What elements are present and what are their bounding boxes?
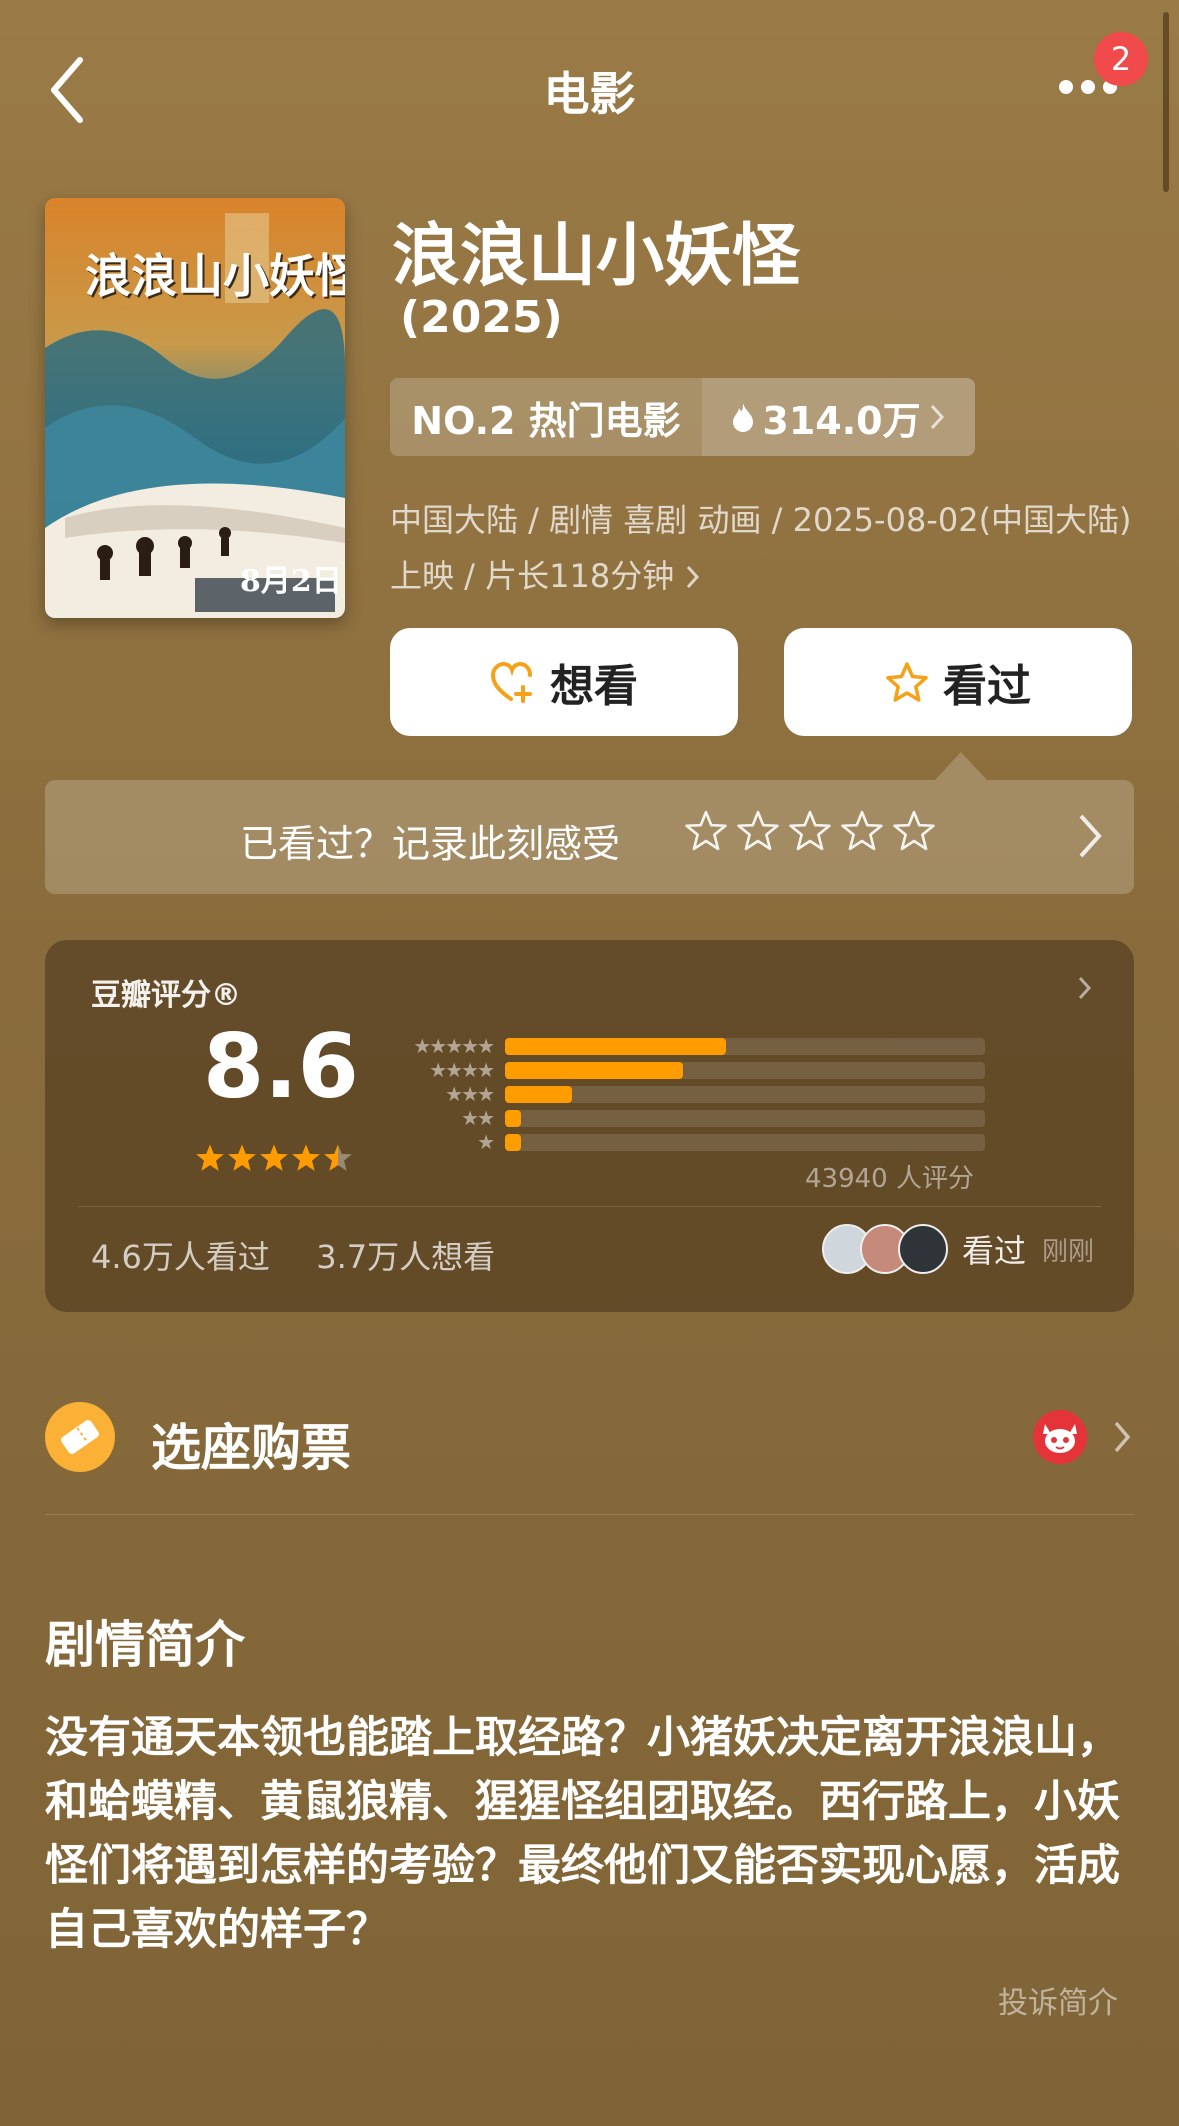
- score-star: [292, 1144, 320, 1171]
- wishlist-count: 3.7万人想看: [316, 1238, 496, 1276]
- score-star: [324, 1144, 352, 1171]
- synopsis-heading: 剧情简介: [45, 1616, 245, 1674]
- heart-plus-icon: [490, 661, 532, 703]
- page-title: 电影: [543, 67, 636, 121]
- maoyan-cat-icon: [1033, 1410, 1087, 1464]
- want-to-watch-label: 想看: [550, 661, 638, 712]
- ranking-pill[interactable]: NO.2 热门电影 314.0万: [390, 378, 975, 456]
- rate-stars[interactable]: [685, 810, 935, 852]
- histogram-row-1-star: ★: [383, 1132, 985, 1152]
- histogram-star-label: ★★★★: [429, 1058, 495, 1082]
- movie-poster[interactable]: 浪浪山小妖怪 8月2日: [45, 198, 345, 618]
- rate-prompt-text: 已看过？记录此刻感受: [240, 822, 621, 866]
- watched-label: 看过: [943, 661, 1031, 712]
- histogram-track: [505, 1086, 985, 1103]
- histogram-bar: [505, 1062, 683, 1079]
- histogram-row-4-star: ★★★★: [383, 1060, 985, 1080]
- histogram-track: [505, 1038, 985, 1055]
- score-star: [196, 1144, 224, 1171]
- histogram-bar: [505, 1038, 726, 1055]
- movie-meta[interactable]: 中国大陆 / 剧情 喜剧 动画 / 2025-08-02(中国大陆) 上映 / …: [390, 492, 1140, 604]
- rating-label: 豆瓣评分®: [91, 978, 241, 1013]
- rating-count: 43940 人评分: [805, 1164, 974, 1194]
- rate-pointer: [935, 752, 987, 780]
- flame-icon: [733, 403, 754, 432]
- histogram-track: [505, 1110, 985, 1127]
- histogram-star-label: ★: [477, 1130, 495, 1154]
- histogram-track: [505, 1062, 985, 1079]
- star-outline-icon: [886, 662, 928, 702]
- rate-star-5[interactable]: [893, 810, 935, 852]
- histogram-star-label: ★★★★★: [413, 1034, 495, 1058]
- watch-stats: 4.6万人看过 3.7万人想看: [91, 1232, 495, 1278]
- rate-star-4[interactable]: [841, 810, 883, 852]
- movie-meta-text: 中国大陆 / 剧情 喜剧 动画 / 2025-08-02(中国大陆) 上映 / …: [390, 501, 1132, 595]
- histogram-bar: [505, 1086, 572, 1103]
- rate-prompt[interactable]: 已看过？记录此刻感受: [45, 780, 1134, 894]
- divider: [78, 1206, 1101, 1207]
- rate-star-1[interactable]: [685, 810, 727, 852]
- watched-count: 4.6万人看过: [91, 1238, 270, 1276]
- friends-time: 刚刚: [1042, 1236, 1095, 1267]
- rating-score: 8.6: [203, 1015, 359, 1118]
- chevron-right-icon: [1079, 814, 1102, 858]
- heat-value: 314.0万: [762, 398, 921, 443]
- poster-title-art: 浪浪山小妖怪: [85, 249, 345, 303]
- histogram-star-label: ★★: [461, 1106, 495, 1130]
- ranking-label: NO.2 热门电影: [411, 398, 681, 443]
- want-to-watch-button[interactable]: 想看: [390, 628, 738, 736]
- histogram-bar: [505, 1110, 521, 1127]
- histogram-star-label: ★★★: [445, 1082, 495, 1106]
- chevron-right-icon: [687, 565, 700, 589]
- rating-card[interactable]: 豆瓣评分® 8.6 ★★★★★ ★★★★ ★★★ ★★ ★ 43940 人评分 4.6万…: [45, 940, 1134, 1312]
- scrollbar[interactable]: [1163, 12, 1169, 192]
- chevron-right-icon: [1114, 1421, 1131, 1453]
- report-synopsis-link[interactable]: 投诉简介: [998, 1978, 1118, 2022]
- score-stars: [195, 1143, 353, 1173]
- score-star: [260, 1144, 288, 1171]
- histogram-row-5-star: ★★★★★: [383, 1036, 985, 1056]
- histogram-row-3-star: ★★★: [383, 1084, 985, 1104]
- histogram-row-2-star: ★★: [383, 1108, 985, 1128]
- watched-button[interactable]: 看过: [784, 628, 1132, 736]
- friends-activity[interactable]: 看过 刚刚: [822, 1224, 1094, 1274]
- heat-segment[interactable]: 314.0万: [702, 378, 975, 456]
- rate-star-3[interactable]: [789, 810, 831, 852]
- histogram-bar: [505, 1134, 521, 1151]
- score-star: [228, 1144, 256, 1171]
- movie-title: 浪浪山小妖怪: [392, 217, 801, 296]
- friends-action: 看过: [962, 1232, 1027, 1270]
- chevron-right-icon: [1078, 976, 1092, 1000]
- rate-star-2[interactable]: [737, 810, 779, 852]
- poster-release-date: 8月2日: [240, 564, 342, 599]
- notification-badge: 2: [1094, 32, 1148, 86]
- divider: [45, 1514, 1134, 1515]
- buy-ticket-row[interactable]: 选座购票: [45, 1398, 1134, 1478]
- chevron-right-icon: [930, 404, 944, 430]
- histogram-track: [505, 1134, 985, 1151]
- avatar: [898, 1224, 948, 1274]
- movie-year: (2025): [400, 292, 563, 343]
- synopsis-body: 没有通天本领也能踏上取经路？小猪妖决定离开浪浪山，和蛤蟆精、黄鼠狼精、猩猩怪组团…: [45, 1713, 1120, 1955]
- buy-ticket-label: 选座购票: [151, 1419, 351, 1477]
- ticket-icon: [45, 1402, 115, 1472]
